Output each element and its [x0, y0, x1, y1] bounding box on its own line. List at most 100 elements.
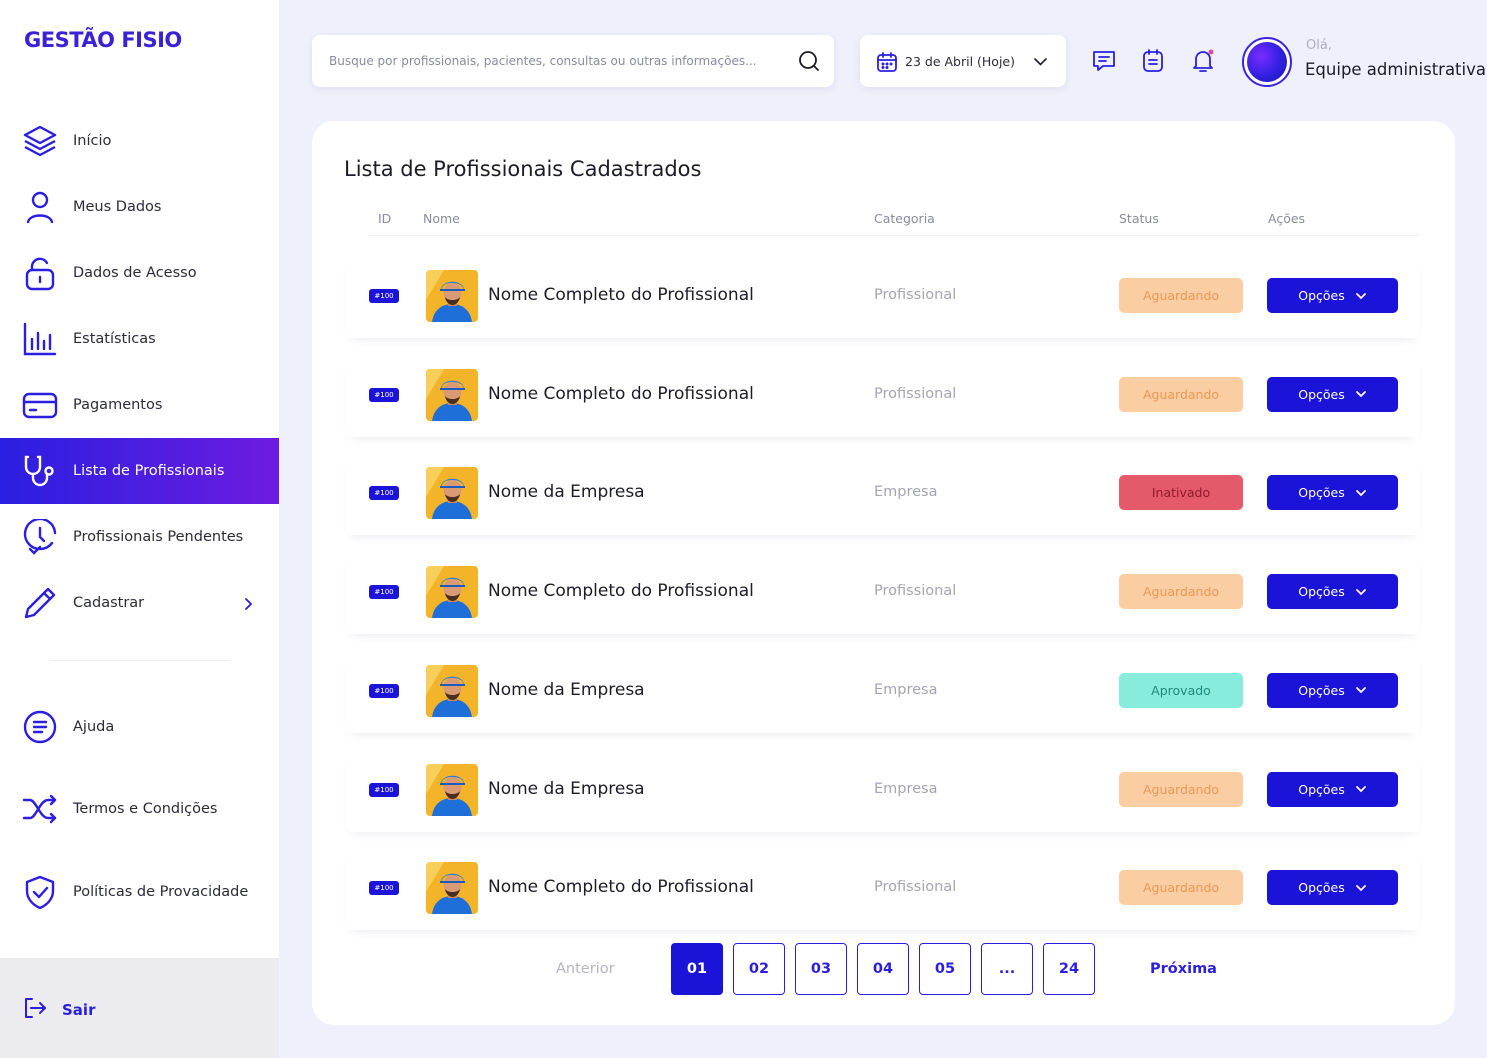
greeting: Olá, — [1306, 38, 1332, 53]
row-name: Nome da Empresa — [488, 778, 645, 799]
date-label: 23 de Abril (Hoje) — [905, 54, 1015, 69]
sidebar-item-profissionais-pendentes[interactable]: Profissionais Pendentes — [0, 504, 279, 570]
page-title: Lista de Profissionais Cadastrados — [344, 157, 702, 181]
sidebar-item-politicas[interactable]: Políticas de Provacidade — [0, 859, 279, 925]
pagination-page[interactable]: 04 — [857, 943, 909, 995]
column-header-status: Status — [1119, 211, 1159, 226]
row-category: Empresa — [874, 484, 938, 501]
sidebar-item-meus-dados[interactable]: Meus Dados — [0, 174, 279, 240]
search-input[interactable]: Busque por profissionais, pacientes, con… — [312, 35, 834, 87]
sidebar-item-cadastrar[interactable]: Cadastrar — [0, 570, 279, 636]
options-button[interactable]: Opções — [1267, 672, 1398, 708]
profile-photo — [426, 664, 478, 717]
id-badge: #100 — [369, 585, 399, 600]
options-label: Opções — [1298, 781, 1345, 797]
profile-photo — [426, 763, 478, 816]
pagination-prev[interactable]: Anterior — [556, 961, 615, 977]
chevron-down-icon — [1355, 487, 1367, 499]
sidebar-item-ajuda[interactable]: Ajuda — [0, 694, 279, 760]
chevron-down-icon — [1033, 54, 1048, 69]
options-label: Opções — [1298, 584, 1345, 600]
clipboard-icon[interactable] — [1140, 48, 1166, 74]
sidebar-item-label: Dados de Acesso — [73, 265, 197, 281]
notification-bell-icon[interactable] — [1190, 48, 1216, 74]
pagination-page[interactable]: 24 — [1043, 943, 1095, 995]
pagination-page[interactable]: 05 — [919, 943, 971, 995]
options-label: Opções — [1298, 288, 1345, 303]
sidebar-divider — [50, 660, 230, 661]
avatar-image — [1247, 42, 1287, 82]
app-logo: GESTÃO FISIO — [24, 28, 182, 52]
profile-photo — [426, 368, 478, 421]
pagination-page[interactable]: 02 — [733, 943, 785, 995]
sidebar-item-label: Lista de Profissionais — [73, 463, 225, 479]
search-icon[interactable] — [798, 50, 820, 72]
sidebar-item-label: Meus Dados — [73, 199, 162, 215]
sidebar-item-label: Cadastrar — [73, 595, 145, 611]
sidebar-item-inicio[interactable]: Início — [0, 108, 279, 174]
sidebar-item-estatisticas[interactable]: Estatísticas — [0, 306, 279, 372]
sidebar-item-pagamentos[interactable]: Pagamentos — [0, 372, 279, 438]
status-badge: Aguardando — [1119, 574, 1243, 610]
logout-button[interactable]: Sair — [0, 958, 279, 1058]
profile-photo — [426, 566, 478, 619]
row-name: Nome da Empresa — [488, 482, 645, 503]
id-badge: #100 — [369, 289, 399, 303]
column-header-name: Nome — [423, 211, 460, 226]
pagination-page[interactable]: 03 — [795, 943, 847, 995]
sidebar-item-label: Políticas de Provacidade — [73, 884, 249, 900]
column-header-actions: Ações — [1268, 211, 1306, 226]
id-badge: #100 — [369, 387, 399, 402]
table-row: #100 Nome da Empresa Empresa Inativado Opçõe… — [346, 451, 1420, 536]
profile-photo — [426, 270, 478, 322]
sidebar: GESTÃO FISIO Início Meus Dados Dados de … — [0, 0, 279, 1058]
row-name: Nome Completo do Profissional — [488, 285, 754, 305]
id-badge: #100 — [369, 881, 399, 896]
options-button[interactable]: Opções — [1267, 475, 1398, 511]
chevron-down-icon — [1355, 882, 1367, 894]
table-row: #100 Nome Completo do Profissional Profiss… — [346, 846, 1420, 931]
row-category: Profissional — [874, 385, 957, 402]
column-header-category: Categoria — [874, 211, 935, 226]
chevron-down-icon — [1355, 290, 1367, 302]
chevron-down-icon — [1355, 388, 1367, 400]
sidebar-item-termos[interactable]: Termos e Condições — [0, 776, 279, 842]
user-name: Equipe administrativa — [1305, 60, 1486, 79]
pagination-next[interactable]: Próxima — [1150, 961, 1217, 977]
options-button[interactable]: Opções — [1267, 376, 1398, 412]
pagination-page[interactable]: ... — [981, 943, 1033, 995]
options-label: Opções — [1298, 386, 1345, 402]
table-row: #100 Nome Completo do Profissional Profiss… — [346, 352, 1420, 437]
sidebar-item-label: Pagamentos — [73, 397, 163, 413]
logout-icon — [22, 996, 48, 1022]
options-button[interactable]: Opções — [1267, 574, 1398, 610]
sidebar-item-label: Início — [73, 133, 112, 149]
options-button[interactable]: Opções — [1267, 278, 1398, 313]
sidebar-item-label: Profissionais Pendentes — [73, 529, 244, 545]
pencil-icon — [22, 585, 58, 621]
sidebar-item-dados-de-acesso[interactable]: Dados de Acesso — [0, 240, 279, 306]
column-header-id: ID — [378, 211, 392, 226]
chat-icon[interactable] — [1091, 48, 1117, 74]
options-label: Opções — [1298, 880, 1345, 896]
options-button[interactable]: Opções — [1267, 771, 1398, 807]
calendar-icon — [876, 51, 898, 73]
table-header-divider — [368, 235, 1420, 236]
table-row: #100 Nome da Empresa Empresa Aprovado Opções — [346, 648, 1420, 733]
table-row: #100 Nome Completo do Profissional Profiss… — [346, 254, 1420, 338]
id-badge: #100 — [369, 782, 399, 797]
options-label: Opções — [1298, 682, 1345, 698]
shuffle-icon — [22, 791, 58, 827]
table-row: #100 Nome da Empresa Empresa Aguardando Opçõ… — [346, 747, 1420, 832]
user-icon — [22, 189, 58, 225]
sidebar-item-label: Estatísticas — [73, 331, 156, 347]
id-badge: #100 — [369, 486, 399, 501]
pagination-page[interactable]: 01 — [671, 943, 723, 995]
sidebar-item-lista-de-profissionais[interactable]: Lista de Profissionais — [0, 438, 279, 504]
date-selector[interactable]: 23 de Abril (Hoje) — [860, 35, 1066, 87]
status-badge: Aguardando — [1119, 870, 1243, 906]
options-button[interactable]: Opções — [1267, 870, 1398, 906]
status-badge: Aprovado — [1119, 672, 1243, 708]
bar-chart-icon — [22, 321, 58, 357]
avatar[interactable] — [1242, 37, 1292, 87]
